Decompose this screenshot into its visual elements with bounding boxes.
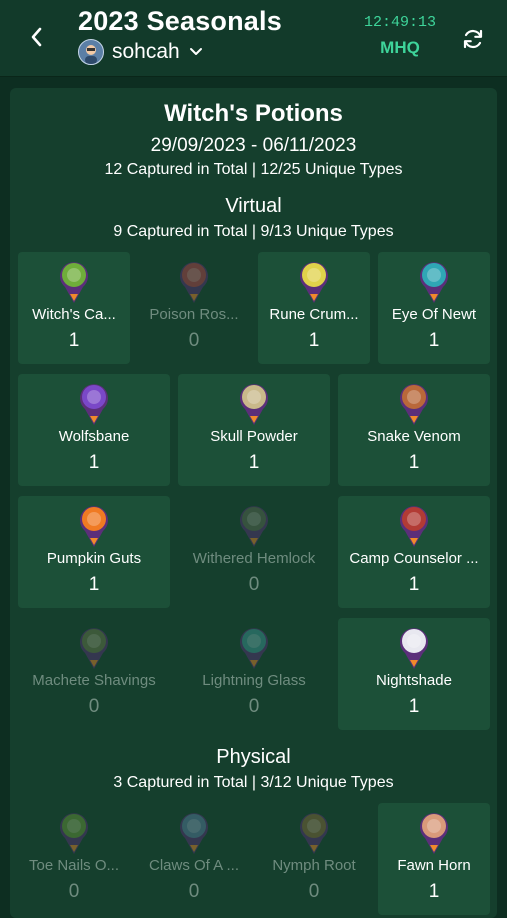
item-count: 1 — [308, 330, 320, 351]
item-name: Pumpkin Guts — [46, 550, 142, 567]
item-count: 1 — [88, 452, 100, 473]
virtual-item-tile[interactable]: Witch's Ca... 1 — [18, 252, 130, 364]
virtual-item-tile[interactable]: Camp Counselor ... 1 — [338, 496, 490, 608]
item-name: Camp Counselor ... — [349, 550, 479, 567]
event-stats: 12 Captured in Total | 12/25 Unique Type… — [104, 161, 403, 178]
item-count: 1 — [248, 452, 260, 473]
virtual-item-tile[interactable]: Skull Powder 1 — [178, 374, 330, 486]
virtual-item-tile[interactable]: Eye Of Newt 1 — [378, 252, 490, 364]
item-count: 1 — [428, 330, 440, 351]
refresh-icon — [463, 29, 483, 49]
munzee-pin-icon — [298, 811, 330, 855]
munzee-pin-icon — [398, 626, 430, 670]
virtual-item-tile[interactable]: Pumpkin Guts 1 — [18, 496, 170, 608]
chevron-down-icon — [189, 48, 202, 55]
page-title: 2023 Seasonals — [78, 6, 282, 36]
item-name: Machete Shavings — [32, 672, 156, 689]
item-name: Nightshade — [376, 672, 452, 689]
item-name: Snake Venom — [367, 428, 461, 445]
physical-item-tile[interactable]: Nymph Root 0 — [258, 803, 370, 915]
item-name: Eye Of Newt — [391, 306, 477, 323]
chevron-left-icon — [31, 27, 42, 47]
munzee-pin-icon — [78, 504, 110, 548]
physical-item-tile[interactable]: Claws Of A ... 0 — [138, 803, 250, 915]
item-name: Witch's Ca... — [32, 306, 116, 323]
item-name: Lightning Glass — [202, 672, 306, 689]
item-name: Toe Nails O... — [28, 857, 120, 874]
physical-section-title: Physical — [216, 746, 291, 768]
item-name: Poison Ros... — [149, 306, 239, 323]
munzee-pin-icon — [58, 811, 90, 855]
virtual-item-tile[interactable]: Snake Venom 1 — [338, 374, 490, 486]
item-count: 1 — [408, 452, 420, 473]
item-name: Nymph Root — [272, 857, 356, 874]
munzee-pin-icon — [178, 260, 210, 304]
munzee-pin-icon — [58, 260, 90, 304]
item-count: 0 — [188, 330, 200, 351]
user-switcher[interactable]: sohcah — [78, 39, 204, 65]
virtual-item-tile[interactable]: Withered Hemlock 0 — [178, 496, 330, 608]
virtual-item-tile[interactable]: Nightshade 1 — [338, 618, 490, 730]
item-name: Rune Crum... — [269, 306, 359, 323]
virtual-item-tile[interactable]: Lightning Glass 0 — [178, 618, 330, 730]
event-dates: 29/09/2023 - 06/11/2023 — [150, 135, 357, 156]
munzee-pin-icon — [178, 811, 210, 855]
munzee-pin-icon — [418, 260, 450, 304]
event-title: Witch's Potions — [164, 100, 343, 127]
item-name: Wolfsbane — [58, 428, 130, 445]
munzee-pin-icon — [298, 260, 330, 304]
physical-section-stats: 3 Captured in Total | 3/12 Unique Types — [113, 774, 394, 791]
item-count: 0 — [248, 696, 260, 717]
item-name: Fawn Horn — [397, 857, 471, 874]
back-button[interactable] — [22, 22, 50, 52]
avatar — [78, 39, 104, 65]
munzee-pin-icon — [238, 626, 270, 670]
munzee-pin-icon — [418, 811, 450, 855]
item-name: Claws Of A ... — [148, 857, 240, 874]
munzee-pin-icon — [398, 504, 430, 548]
virtual-item-tile[interactable]: Poison Ros... 0 — [138, 252, 250, 364]
item-name: Skull Powder — [210, 428, 298, 445]
item-count: 1 — [408, 574, 420, 595]
virtual-section-stats: 9 Captured in Total | 9/13 Unique Types — [113, 223, 394, 240]
username: sohcah — [112, 40, 180, 63]
munzee-pin-icon — [398, 382, 430, 426]
clock-readout: 12:49:13 — [363, 14, 436, 31]
refresh-button[interactable] — [458, 24, 488, 54]
physical-item-tile[interactable]: Toe Nails O... 0 — [18, 803, 130, 915]
hq-button[interactable]: MHQ — [360, 38, 440, 58]
item-count: 1 — [68, 330, 80, 351]
munzee-pin-icon — [238, 382, 270, 426]
item-count: 1 — [88, 574, 100, 595]
app-header: 2023 Seasonals sohcah 12:49:13 MHQ — [0, 0, 507, 77]
munzee-pin-icon — [78, 382, 110, 426]
item-count: 0 — [88, 696, 100, 717]
munzee-pin-icon — [238, 504, 270, 548]
virtual-section-title: Virtual — [225, 195, 282, 217]
item-name: Withered Hemlock — [192, 550, 316, 567]
item-count: 0 — [248, 574, 260, 595]
virtual-item-tile[interactable]: Wolfsbane 1 — [18, 374, 170, 486]
item-count: 1 — [408, 696, 420, 717]
virtual-item-tile[interactable]: Machete Shavings 0 — [18, 618, 170, 730]
physical-item-tile[interactable]: Fawn Horn 1 — [378, 803, 490, 915]
munzee-pin-icon — [78, 626, 110, 670]
virtual-item-tile[interactable]: Rune Crum... 1 — [258, 252, 370, 364]
